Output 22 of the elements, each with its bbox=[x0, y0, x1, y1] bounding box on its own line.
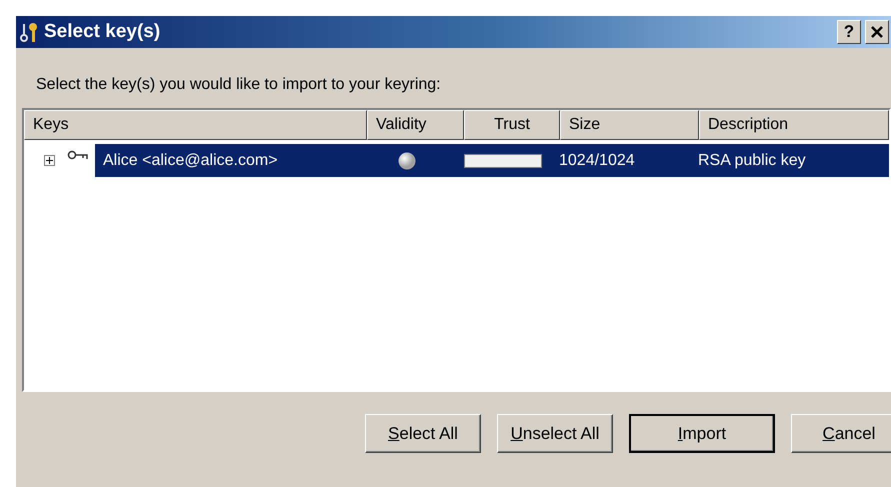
column-header[interactable]: Keys bbox=[24, 110, 367, 140]
column-header[interactable]: Description bbox=[699, 110, 889, 140]
validity-dot-icon bbox=[398, 152, 416, 170]
column-header[interactable]: Validity bbox=[367, 110, 464, 140]
dialog-button[interactable]: Cancel bbox=[791, 414, 891, 453]
key-icon bbox=[67, 150, 89, 162]
dialog-button[interactable]: Unselect All bbox=[497, 414, 613, 453]
dialog-button[interactable]: Select All bbox=[365, 414, 481, 453]
help-button[interactable]: ? bbox=[837, 20, 861, 44]
close-button[interactable] bbox=[865, 20, 889, 44]
dialog-button[interactable]: Import bbox=[629, 414, 775, 453]
key-row[interactable]: Alice <alice@alice.com> 1024/1024 RSA public key bbox=[95, 144, 889, 177]
keys-icon bbox=[20, 20, 40, 44]
window-title: Select key(s) bbox=[44, 21, 162, 43]
key-size: 1024/1024 bbox=[558, 152, 636, 170]
column-header[interactable]: Trust bbox=[464, 110, 560, 140]
expand-button[interactable] bbox=[44, 155, 55, 166]
instruction-text: Select the key(s) you would like to import to your keyring: bbox=[35, 75, 442, 95]
close-icon bbox=[871, 26, 883, 38]
key-name: Alice <alice@alice.com> bbox=[102, 152, 279, 170]
column-header[interactable]: Size bbox=[560, 110, 699, 140]
key-description: RSA public key bbox=[697, 152, 807, 170]
